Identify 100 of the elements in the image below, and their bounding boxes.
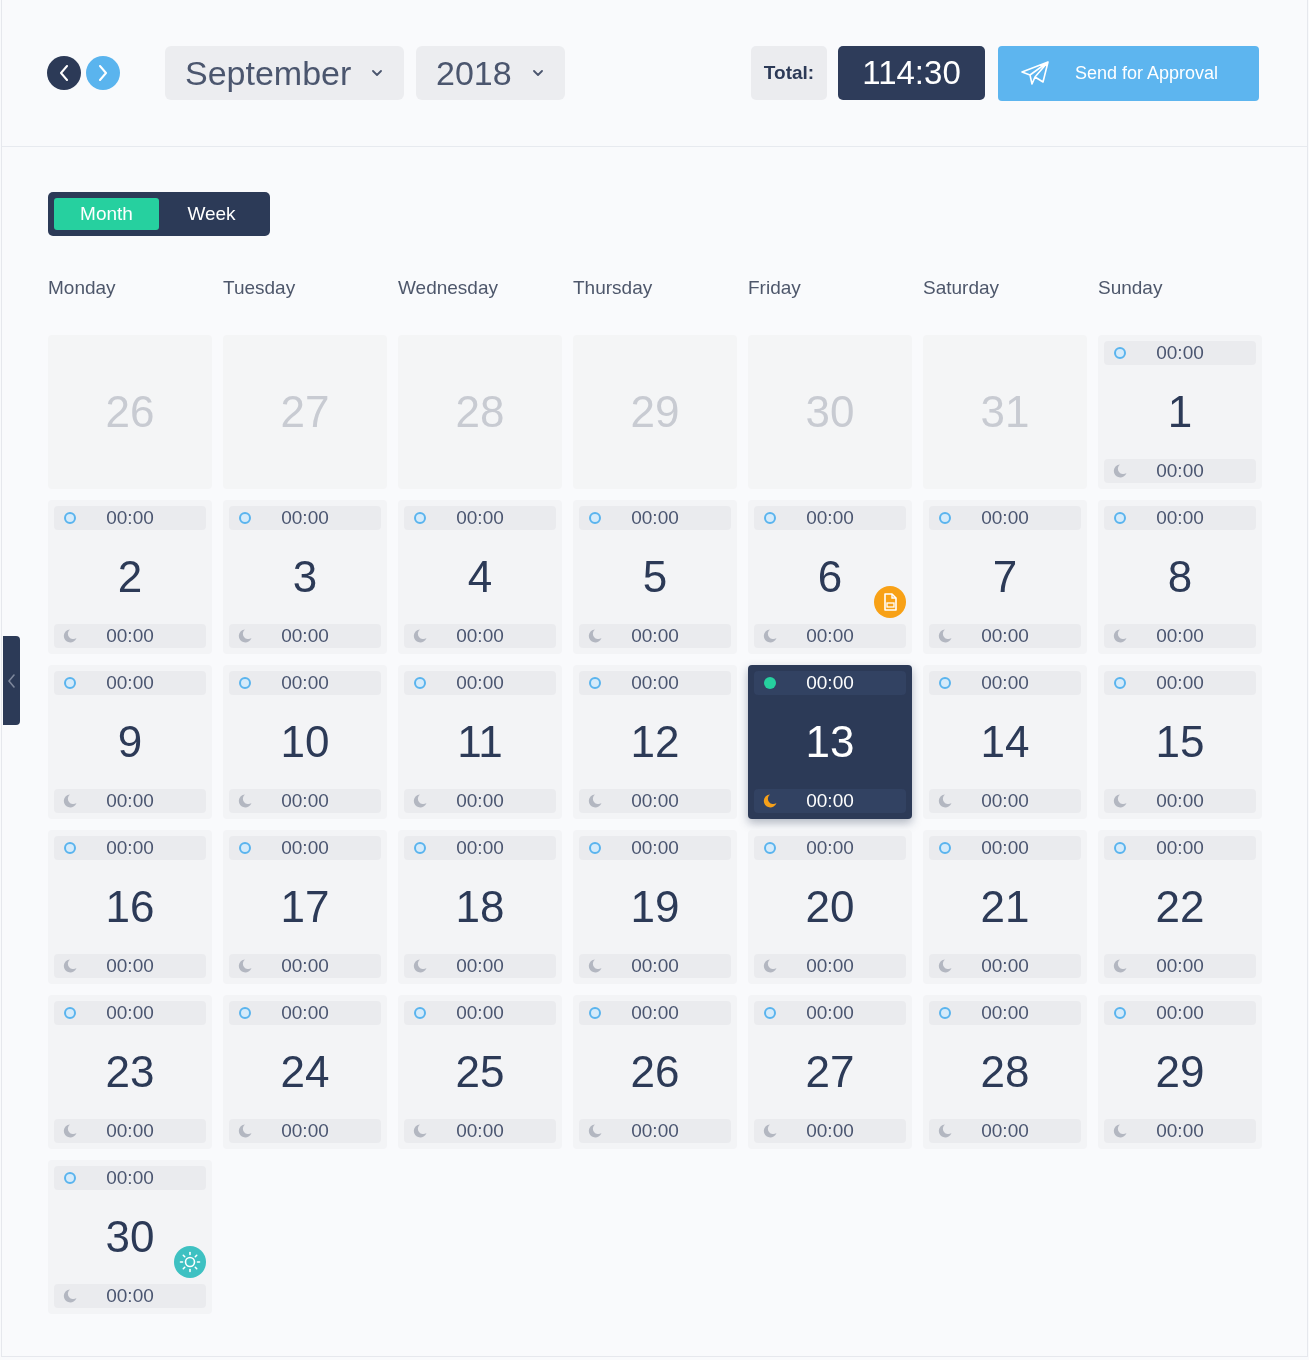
end-time-text: 00:00 <box>806 954 854 978</box>
start-time-text: 00:00 <box>981 671 1029 695</box>
day-number: 2 <box>117 552 143 602</box>
start-time-text: 00:00 <box>631 836 679 860</box>
previous-button[interactable] <box>47 56 81 90</box>
calendar-day-cell[interactable]: 00:00 18 00:00 <box>398 830 562 984</box>
start-time-text: 00:00 <box>806 1001 854 1025</box>
year-select[interactable]: 2018 <box>416 46 565 100</box>
start-time-text: 00:00 <box>981 506 1029 530</box>
day-number: 17 <box>280 882 330 932</box>
day-number: 26 <box>630 1047 680 1097</box>
start-time-text: 00:00 <box>806 836 854 860</box>
calendar-day-cell[interactable]: 00:00 11 00:00 <box>398 665 562 819</box>
total-label: Total: <box>751 46 827 100</box>
end-time-text: 00:00 <box>456 1119 504 1143</box>
start-time-text: 00:00 <box>1156 836 1204 860</box>
calendar-day-cell[interactable]: 00:00 19 00:00 <box>573 830 737 984</box>
calendar-day-cell[interactable]: 00:00 15 00:00 <box>1098 665 1262 819</box>
calendar-day-cell[interactable]: 00:00 7 00:00 <box>923 500 1087 654</box>
start-time-text: 00:00 <box>1156 506 1204 530</box>
end-time-text: 00:00 <box>106 1119 154 1143</box>
calendar-day-cell[interactable]: 00:00 14 00:00 <box>923 665 1087 819</box>
start-time-text: 00:00 <box>281 836 329 860</box>
start-time-text: 00:00 <box>806 506 854 530</box>
weekday-label: Wednesday <box>398 277 498 299</box>
calendar-day-cell[interactable]: 00:00 5 00:00 <box>573 500 737 654</box>
start-time-text: 00:00 <box>631 671 679 695</box>
end-time-text: 00:00 <box>981 1119 1029 1143</box>
calendar-day-cell[interactable]: 00:00 13 00:00 <box>748 665 912 819</box>
end-time-text: 00:00 <box>981 624 1029 648</box>
calendar-day-cell[interactable]: 00:00 1 00:00 <box>1098 335 1262 489</box>
end-time-text: 00:00 <box>456 624 504 648</box>
caret-down-icon <box>533 70 543 76</box>
end-time-text: 00:00 <box>1156 1119 1204 1143</box>
day-number: 22 <box>1155 882 1205 932</box>
calendar-day-cell[interactable]: 00:00 27 00:00 <box>748 995 912 1149</box>
start-time-text: 00:00 <box>106 1166 154 1190</box>
chevron-left-icon <box>8 673 15 688</box>
calendar-day-cell[interactable]: 00:00 24 00:00 <box>223 995 387 1149</box>
calendar-day-cell[interactable]: 00:00 3 00:00 <box>223 500 387 654</box>
start-time-text: 00:00 <box>1156 671 1204 695</box>
end-time-text: 00:00 <box>631 1119 679 1143</box>
calendar-day-cell[interactable]: 00:00 25 00:00 <box>398 995 562 1149</box>
end-time-text: 00:00 <box>631 624 679 648</box>
day-number: 10 <box>280 717 330 767</box>
calendar-day-cell[interactable]: 00:00 21 00:00 <box>923 830 1087 984</box>
calendar-day-cell[interactable]: 00:00 28 00:00 <box>923 995 1087 1149</box>
day-number: 21 <box>980 882 1030 932</box>
calendar-day-cell[interactable]: 00:00 16 00:00 <box>48 830 212 984</box>
day-number: 28 <box>980 1047 1030 1097</box>
calendar-day-cell[interactable]: 00:00 23 00:00 <box>48 995 212 1149</box>
end-time-text: 00:00 <box>1156 789 1204 813</box>
weekday-label: Thursday <box>573 277 653 299</box>
weekday-label: Monday <box>48 277 116 299</box>
end-time-text: 00:00 <box>281 1119 329 1143</box>
day-number: 20 <box>805 882 855 932</box>
calendar-day-cell[interactable]: 00:00 4 00:00 <box>398 500 562 654</box>
weekday-label: Tuesday <box>223 277 296 299</box>
end-time-text: 00:00 <box>456 954 504 978</box>
month-select[interactable]: September <box>165 46 404 100</box>
start-time-text: 00:00 <box>1156 1001 1204 1025</box>
calendar-day-cell[interactable]: 00:00 12 00:00 <box>573 665 737 819</box>
day-number: 12 <box>630 717 680 767</box>
calendar-day-cell[interactable]: 00:00 26 00:00 <box>573 995 737 1149</box>
day-number: 7 <box>992 552 1018 602</box>
end-time-text: 00:00 <box>106 624 154 648</box>
day-number: 29 <box>1155 1047 1205 1097</box>
view-tab[interactable]: Week <box>159 198 264 230</box>
weekday-label: Saturday <box>923 277 1000 299</box>
day-number: 18 <box>455 882 505 932</box>
start-time-text: 00:00 <box>106 836 154 860</box>
end-time-text: 00:00 <box>806 624 854 648</box>
calendar-day-cell[interactable]: 00:00 20 00:00 <box>748 830 912 984</box>
weekday-label: Friday <box>748 277 801 299</box>
day-number: 8 <box>1167 552 1193 602</box>
start-time-text: 00:00 <box>981 1001 1029 1025</box>
start-time-text: 00:00 <box>631 506 679 530</box>
calendar-day-cell[interactable]: 00:00 9 00:00 <box>48 665 212 819</box>
day-number: 11 <box>457 717 503 767</box>
calendar-day-cell[interactable]: 00:00 17 00:00 <box>223 830 387 984</box>
side-panel-toggle[interactable] <box>3 636 20 725</box>
start-time-text: 00:00 <box>1156 341 1204 365</box>
calendar-day-cell[interactable]: 00:00 2 00:00 <box>48 500 212 654</box>
start-time-text: 00:00 <box>281 671 329 695</box>
next-button[interactable] <box>86 56 120 90</box>
day-number: 6 <box>817 552 843 602</box>
chevron-right-icon <box>98 65 108 81</box>
calendar-day-cell[interactable]: 00:00 10 00:00 <box>223 665 387 819</box>
calendar-day-cell[interactable]: 00:00 29 00:00 <box>1098 995 1262 1149</box>
start-time-text: 00:00 <box>281 506 329 530</box>
end-time-text: 00:00 <box>106 789 154 813</box>
caret-down-icon <box>372 70 382 76</box>
paper-plane-icon <box>1021 61 1049 85</box>
calendar-day-cell[interactable]: 00:00 8 00:00 <box>1098 500 1262 654</box>
calendar-day-cell[interactable]: 00:00 30 00:00 <box>48 1160 212 1314</box>
calendar-day-cell[interactable]: 00:00 22 00:00 <box>1098 830 1262 984</box>
calendar-day-cell[interactable]: 00:00 6 00:00 <box>748 500 912 654</box>
end-time-text: 00:00 <box>456 789 504 813</box>
start-time-text: 00:00 <box>806 671 854 695</box>
day-number: 14 <box>980 717 1030 767</box>
